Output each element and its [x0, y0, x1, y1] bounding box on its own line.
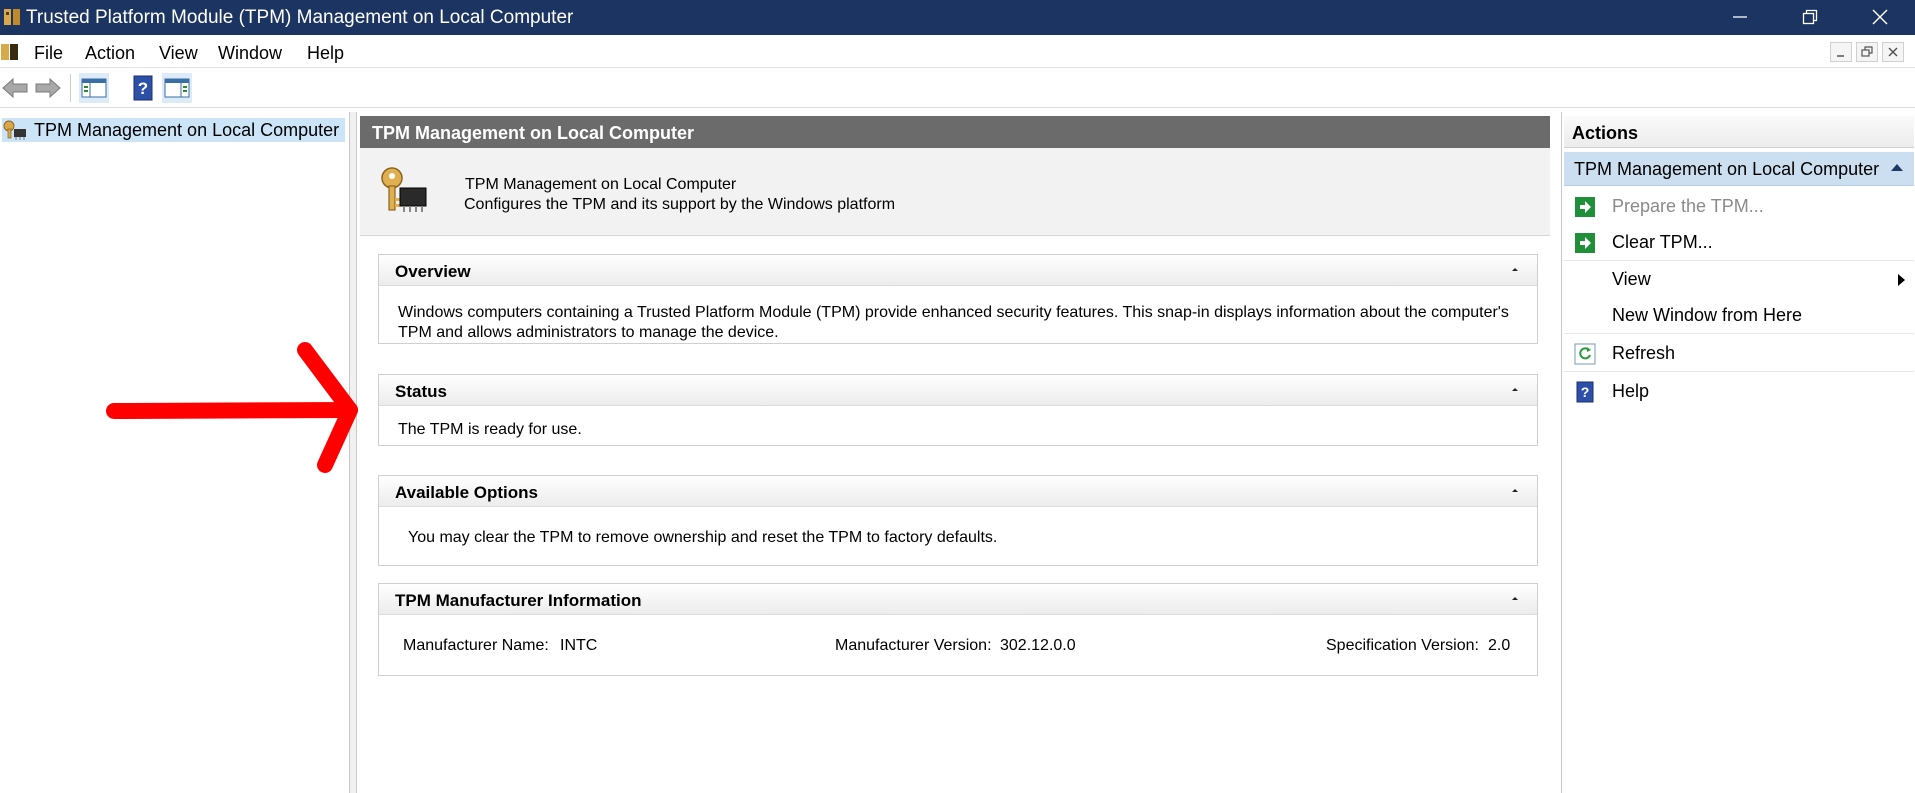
manufacturer-info-section-header[interactable]: TPM Manufacturer Information [379, 584, 1537, 615]
action-label: Refresh [1612, 343, 1676, 363]
minimize-button[interactable] [1705, 0, 1775, 35]
show-hide-action-pane-icon[interactable] [162, 73, 192, 103]
menu-help[interactable]: Help [307, 43, 344, 64]
window-title: Trusted Platform Module (TPM) Management… [26, 7, 574, 28]
menu-window[interactable]: Window [218, 43, 282, 64]
section-title: Status [395, 382, 447, 401]
results-pane: TPM Management on Local Computer TPM Man… [358, 112, 1554, 793]
menu-view[interactable]: View [159, 43, 198, 64]
menu-bar: File Action View Window Help [0, 35, 1915, 68]
overview-section-header[interactable]: Overview [379, 255, 1537, 286]
actions-pane: Actions TPM Management on Local Computer… [1561, 112, 1915, 793]
manufacturer-name-label: Manufacturer Name: [403, 637, 549, 654]
action-view[interactable]: View [1564, 261, 1914, 298]
tpm-key-chip-icon [3, 120, 26, 140]
status-text: The TPM is ready for use. [398, 421, 582, 438]
collapse-arrow-icon[interactable] [1509, 592, 1521, 604]
manufacturer-info-section: TPM Manufacturer Information Manufacture… [378, 583, 1538, 676]
results-pane-header: TPM Management on Local Computer [360, 116, 1550, 148]
restore-icon [1802, 9, 1818, 25]
actions-group-tpm-management[interactable]: TPM Management on Local Computer [1564, 152, 1914, 186]
svg-text:?: ? [138, 79, 148, 98]
specification-version-label: Specification Version: [1326, 637, 1479, 654]
green-action-arrow-icon [1575, 197, 1595, 217]
tree-item-label: TPM Management on Local Computer [34, 120, 340, 140]
action-label: New Window from Here [1612, 305, 1803, 325]
tree-item-tpm-management[interactable]: TPM Management on Local Computer [2, 118, 346, 142]
close-icon [1888, 47, 1898, 57]
restore-button[interactable] [1775, 0, 1845, 35]
toolbar-separator [70, 74, 71, 102]
help-icon[interactable]: ? [128, 73, 158, 103]
section-title: Overview [395, 262, 471, 281]
manufacturer-info-body: Manufacturer Name: INTC Manufacturer Ver… [379, 615, 1537, 675]
manufacturer-version-label: Manufacturer Version: [835, 637, 992, 654]
actions-header: Actions [1564, 116, 1914, 148]
restore-icon [1861, 46, 1873, 57]
snapin-subtitle: Configures the TPM and its support by th… [464, 196, 896, 213]
red-annotation-arrow [106, 342, 358, 473]
child-restore-button[interactable] [1856, 42, 1878, 62]
actions-group-label: TPM Management on Local Computer [1574, 159, 1880, 179]
toolbar: ? [0, 68, 1915, 108]
manufacturer-version-value: 302.12.0.0 [1000, 637, 1076, 654]
action-label: View [1612, 269, 1651, 289]
overview-text: Windows computers containing a Trusted P… [398, 304, 1509, 341]
collapse-arrow-icon[interactable] [1509, 263, 1521, 275]
refresh-icon [1574, 343, 1596, 365]
status-section-header[interactable]: Status [379, 375, 1537, 406]
close-icon [1872, 9, 1888, 25]
forward-arrow-icon[interactable] [33, 73, 63, 103]
menu-action[interactable]: Action [85, 43, 135, 64]
action-clear-tpm[interactable]: Clear TPM... [1564, 224, 1914, 261]
collapse-arrow-icon[interactable] [1509, 383, 1521, 395]
snapin-description-box: TPM Management on Local Computer Configu… [360, 148, 1550, 236]
action-label: Help [1612, 381, 1650, 401]
snapin-title: TPM Management on Local Computer [465, 176, 737, 193]
specification-version-value: 2.0 [1488, 637, 1511, 654]
tpm-key-chip-icon [381, 167, 427, 212]
status-section: Status The TPM is ready for use. [378, 374, 1538, 446]
minimize-icon [1733, 16, 1747, 18]
action-prepare-tpm[interactable]: Prepare the TPM... [1564, 188, 1914, 225]
collapse-arrow-icon[interactable] [1890, 162, 1904, 172]
green-action-arrow-icon [1575, 233, 1595, 253]
mmc-document-icon[interactable] [0, 41, 20, 63]
available-options-section-header[interactable]: Available Options [379, 476, 1537, 507]
collapse-arrow-icon[interactable] [1509, 484, 1521, 496]
svg-text:?: ? [1581, 384, 1590, 400]
available-options-text: You may clear the TPM to remove ownershi… [408, 529, 998, 546]
action-refresh[interactable]: Refresh [1564, 335, 1914, 372]
show-hide-tree-icon[interactable] [79, 73, 109, 103]
minimize-icon [1837, 55, 1844, 57]
back-arrow-icon[interactable] [0, 73, 30, 103]
action-label: Prepare the TPM... [1612, 196, 1764, 216]
tpm-app-icon [4, 9, 20, 25]
section-title: Available Options [395, 483, 538, 502]
action-new-window[interactable]: New Window from Here [1564, 297, 1914, 334]
action-label: Clear TPM... [1612, 232, 1713, 252]
overview-section: Overview Windows computers containing a … [378, 254, 1538, 344]
menu-file[interactable]: File [34, 43, 63, 64]
manufacturer-name-value: INTC [560, 637, 598, 654]
section-title: TPM Manufacturer Information [395, 591, 642, 610]
title-bar: Trusted Platform Module (TPM) Management… [0, 0, 1915, 35]
help-icon: ? [1576, 381, 1594, 403]
submenu-arrow-icon [1898, 274, 1905, 286]
available-options-section: Available Options You may clear the TPM … [378, 475, 1538, 566]
close-button[interactable] [1845, 0, 1915, 35]
child-close-button[interactable] [1882, 42, 1904, 62]
child-minimize-button[interactable] [1830, 42, 1852, 62]
action-help[interactable]: ? Help [1564, 373, 1914, 410]
